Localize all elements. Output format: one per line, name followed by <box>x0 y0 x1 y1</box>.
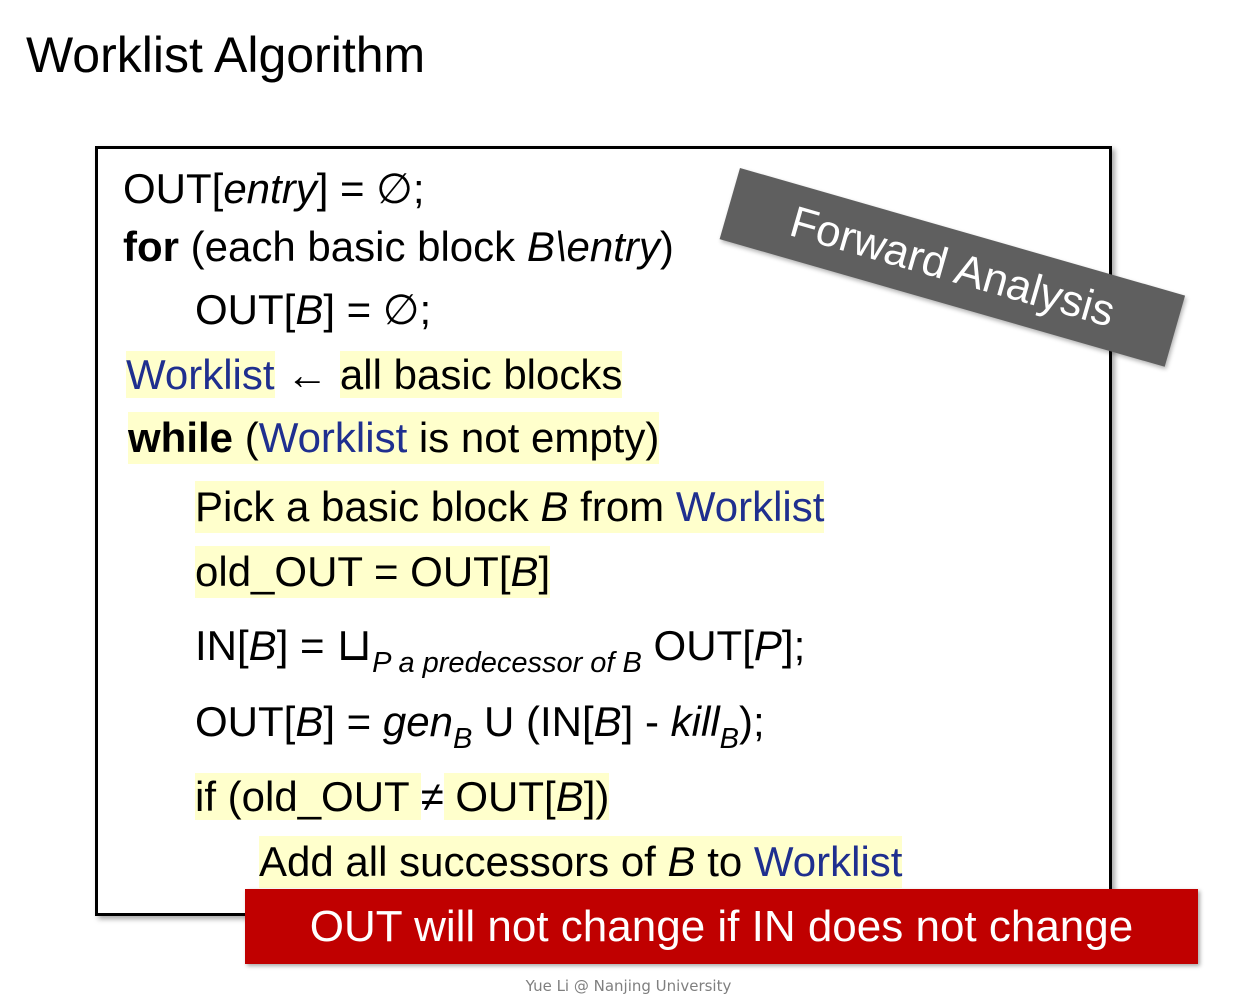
meet-operator-icon: ⊔ <box>336 618 373 670</box>
slide-title: Worklist Algorithm <box>26 27 426 83</box>
algo-line-while: while (Worklist is not empty) <box>128 412 660 464</box>
algo-line-old-out: old_OUT = OUT[B] <box>195 546 551 598</box>
algo-line-pick-block: Pick a basic block B from Worklist <box>195 481 825 533</box>
out-unchanged-note: OUT will not change if IN does not chang… <box>245 889 1198 964</box>
algo-line-transfer: OUT[B] = genB U (IN[B] - killB); <box>195 698 765 755</box>
footer-credit: Yue Li @ Nanjing University <box>525 977 732 995</box>
algo-line-if-changed: if (old_OUT ≠ OUT[B]) <box>195 773 610 820</box>
algo-line-init-entry: OUT[entry] = ∅; <box>123 165 425 212</box>
algo-line-in-meet: IN[B] = ⊔P a predecessor of B OUT[P]; <box>195 618 806 679</box>
algo-line-worklist-init: Worklist ← all basic blocks <box>126 351 623 398</box>
algo-line-init-out: OUT[B] = ∅; <box>195 286 432 333</box>
algo-line-for-loop: for (each basic block B\entry) <box>123 223 674 270</box>
algo-line-add-successors: Add all successors of B to Worklist <box>259 836 903 888</box>
